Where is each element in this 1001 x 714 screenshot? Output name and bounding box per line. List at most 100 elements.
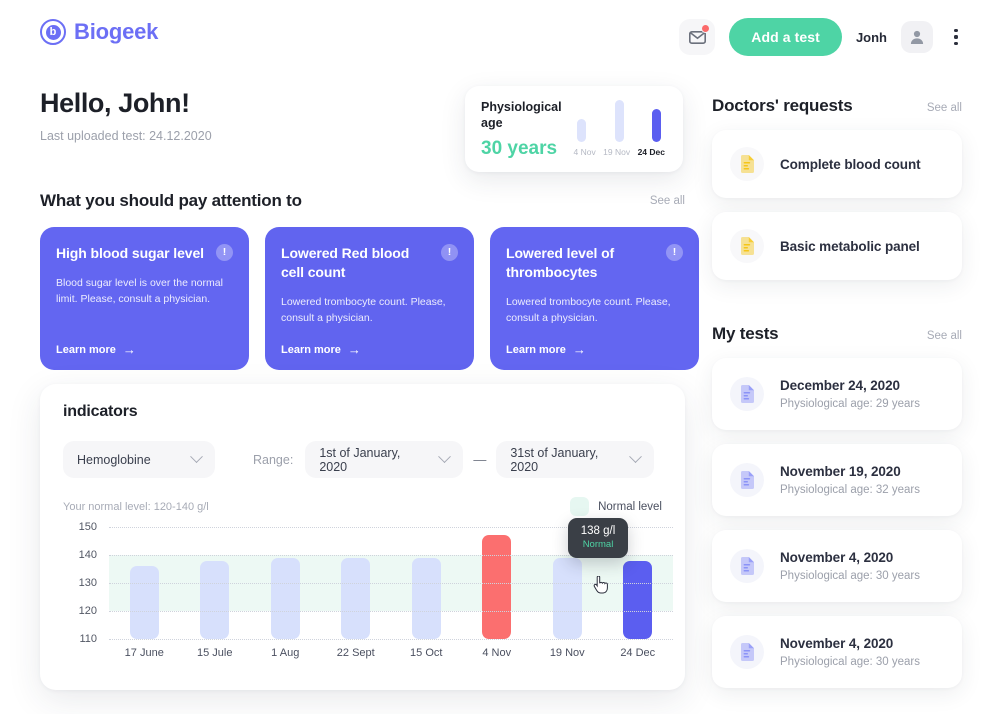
chart-bar[interactable] (270, 557, 300, 639)
mini-bar-label: 19 Nov (603, 147, 631, 157)
chart-bar[interactable] (552, 557, 582, 639)
document-icon (730, 229, 764, 263)
attention-section-header: What you should pay attention to See all (40, 191, 685, 211)
document-icon (730, 549, 764, 583)
page-title: Hello, John! (40, 88, 190, 118)
user-avatar-icon (910, 30, 924, 44)
y-axis-tick: 150 (78, 521, 97, 533)
doctor-request-item[interactable]: Basic metabolic panel (712, 212, 962, 280)
phys-age-mini-chart: 4 Nov 19 Nov 24 Dec (573, 100, 667, 158)
x-axis-tick: 4 Nov (482, 647, 512, 659)
physiological-age-card[interactable]: Physiological age 30 years 4 Nov 19 Nov 24… (465, 86, 683, 172)
test-physiological-age: Physiological age: 32 years (780, 484, 920, 496)
learn-more-label: Learn more (56, 343, 116, 356)
test-date: December 24, 2020 (780, 378, 900, 393)
range-label: Range: (253, 452, 294, 467)
app-header: b Biogeek Add a test Jonh (0, 0, 1001, 70)
chart-bar[interactable] (411, 557, 441, 639)
chart-bar[interactable] (482, 535, 512, 639)
analyte-select[interactable]: Hemoglobine (63, 441, 215, 478)
attention-card-title: High blood sugar level (56, 245, 204, 261)
learn-more-link[interactable]: Learn more → (281, 343, 361, 356)
attention-card-desc: Lowered trombocyte count. Please, consul… (281, 295, 446, 324)
attention-card-title: Lowered Red blood cell count (281, 245, 410, 280)
gridline (109, 583, 673, 584)
dashboard-page: b Biogeek Add a test Jonh Hello, John! L… (0, 0, 1001, 714)
add-test-button[interactable]: Add a test (729, 18, 842, 56)
mini-bars (573, 100, 665, 142)
brand-logo[interactable]: b Biogeek (40, 19, 158, 45)
mini-bar (614, 100, 624, 142)
chart-bar[interactable] (341, 557, 371, 639)
chevron-down-icon (190, 450, 203, 464)
info-icon[interactable]: ! (441, 244, 458, 261)
document-icon (730, 635, 764, 669)
arrow-right-icon: → (347, 342, 361, 357)
logo-letter: b (45, 24, 61, 40)
logo-icon: b (40, 19, 66, 45)
learn-more-link[interactable]: Learn more → (56, 343, 136, 356)
x-axis-tick: 24 Dec (620, 647, 656, 659)
test-item[interactable]: November 4, 2020 Physiological age: 30 ye… (712, 530, 962, 602)
phys-age-value: 30 years (481, 138, 558, 160)
kebab-menu-icon[interactable] (947, 22, 965, 52)
test-item[interactable]: December 24, 2020 Physiological age: 29 y… (712, 358, 962, 430)
x-axis-tick: 15 Oct (410, 647, 443, 659)
learn-more-label: Learn more (506, 343, 566, 356)
info-icon[interactable]: ! (216, 244, 233, 261)
doctors-requests-see-all-link[interactable]: See all (927, 102, 962, 114)
attention-title: What you should pay attention to (40, 191, 302, 210)
test-item-text: November 4, 2020 Physiological age: 30 ye… (780, 636, 920, 668)
test-item[interactable]: November 19, 2020 Physiological age: 32 y… (712, 444, 962, 516)
my-tests-see-all-link[interactable]: See all (927, 330, 962, 342)
test-date: November 4, 2020 (780, 550, 894, 565)
attention-card[interactable]: Lowered level of thrombocytes! Lowered tr… (490, 227, 699, 370)
doctors-requests-section: Doctors' requests See all Complete blood… (712, 96, 962, 280)
notification-badge (701, 24, 711, 33)
doctors-requests-list: Complete blood count Basic metabolic pane… (712, 130, 962, 280)
doctor-request-label: Complete blood count (780, 156, 921, 172)
my-tests-header: My tests See all (712, 324, 962, 344)
my-tests-section: My tests See all December 24, 2020 Physio… (712, 324, 962, 688)
date-to-select[interactable]: 31st of January, 2020 (496, 441, 655, 478)
learn-more-link[interactable]: Learn more → (506, 343, 586, 356)
range-dash: — (473, 452, 487, 467)
chevron-down-icon (629, 450, 643, 464)
test-item[interactable]: November 4, 2020 Physiological age: 30 ye… (712, 616, 962, 688)
arrow-right-icon: → (572, 342, 586, 357)
attention-card[interactable]: Lowered Red blood cell count! Lowered tro… (265, 227, 474, 370)
test-date: November 4, 2020 (780, 636, 894, 651)
date-to-value: 31st of January, 2020 (510, 445, 599, 474)
brand-name: Biogeek (74, 19, 159, 44)
tooltip-status: Normal (582, 539, 614, 550)
avatar[interactable] (901, 21, 933, 53)
attention-see-all-link[interactable]: See all (650, 195, 685, 207)
info-icon[interactable]: ! (666, 244, 683, 261)
chevron-down-icon (438, 450, 452, 464)
chart-x-axis: 17 June 15 Jule 1 Aug 22 Sept 15 Oct 4 Nov 19 … (109, 647, 673, 659)
doctor-request-label: Basic metabolic panel (780, 238, 920, 254)
chart-bar[interactable] (200, 560, 230, 639)
attention-card-desc: Lowered trombocyte count. Please, consul… (506, 295, 671, 324)
mini-bar-label: 4 Nov (573, 147, 596, 157)
doctor-request-item[interactable]: Complete blood count (712, 130, 962, 198)
gridline (109, 639, 673, 640)
attention-cards: High blood sugar level! Blood sugar level… (40, 227, 699, 370)
indicators-controls: Hemoglobine Range: 1st of January, 2020 … (63, 441, 662, 478)
date-from-value: 1st of January, 2020 (319, 445, 401, 474)
my-tests-list: December 24, 2020 Physiological age: 29 y… (712, 358, 962, 688)
analyte-select-value: Hemoglobine (77, 452, 151, 467)
chart-bar[interactable] (129, 566, 159, 639)
gridline (109, 611, 673, 612)
messages-button[interactable] (679, 19, 716, 55)
legend-swatch (570, 497, 590, 516)
normal-level-note: Your normal level: 120-140 g/l (63, 501, 209, 513)
doctors-requests-title: Doctors' requests (712, 96, 853, 115)
tooltip-value: 138 g/l (580, 525, 616, 537)
attention-card[interactable]: High blood sugar level! Blood sugar level… (40, 227, 249, 370)
chart-bar[interactable] (623, 560, 653, 639)
mini-bar (651, 109, 661, 142)
user-name-label: Jonh (855, 29, 887, 45)
date-from-select[interactable]: 1st of January, 2020 (305, 441, 464, 478)
attention-card-desc: Blood sugar level is over the normal lim… (56, 276, 223, 305)
